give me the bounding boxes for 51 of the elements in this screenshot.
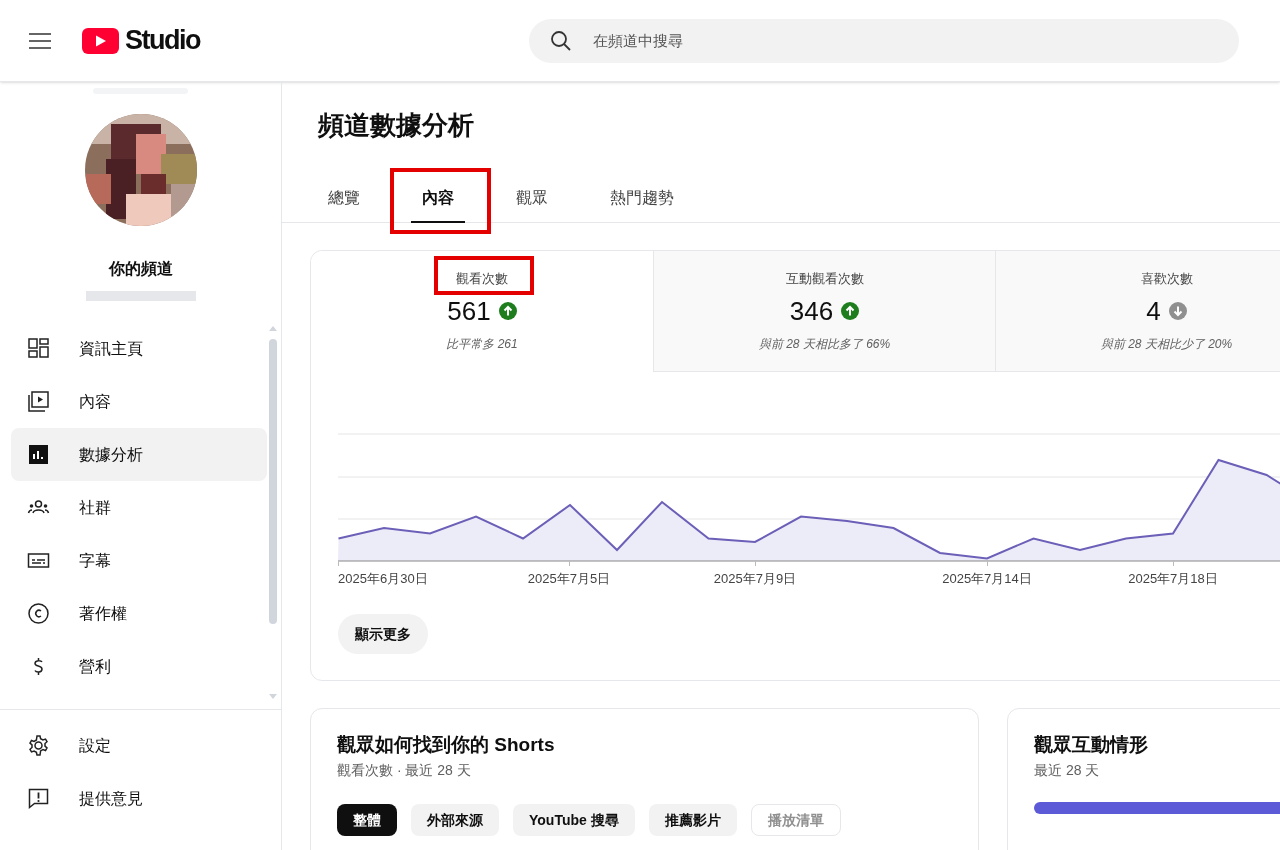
comparison-text: 比平常多 261 [446, 336, 518, 353]
tab[interactable]: 熱門趨勢 [599, 175, 685, 223]
tab[interactable]: 總覽 [317, 175, 371, 223]
sidebar-item[interactable]: 資訊主頁 [11, 322, 267, 375]
axis-label: 2025年6月30日 [338, 571, 428, 587]
card-title: 觀眾互動情形 [1034, 733, 1149, 757]
sidebar-item[interactable]: 社群 [11, 481, 267, 534]
play-logo-icon [82, 27, 119, 54]
axis-label: 2025年7月9日 [713, 571, 797, 587]
metric-value: 346 [789, 295, 834, 327]
sidebar-item[interactable]: 著作權 [11, 587, 267, 640]
comparison-text: 與前 28 天相比少了 20% [1100, 336, 1233, 353]
search-icon [550, 29, 572, 52]
axis-label: 2025年7月18日 [1128, 571, 1218, 587]
show-more-button[interactable]: 顯示更多 [338, 614, 428, 654]
axis-label: 2025年7月5日 [527, 571, 611, 587]
sidebar-item[interactable]: 提供意見 [11, 772, 267, 825]
card-subtitle: 最近 28 天 [1034, 761, 1101, 780]
feedback-icon [27, 787, 50, 810]
sidebar-item[interactable]: 數據分析 [11, 428, 267, 481]
logo-text: Studio [125, 27, 200, 54]
metric-label: 喜歡次數 [1140, 271, 1193, 287]
metric-tab[interactable]: 互動觀看次數 346 與前 28 天相比多了 66% [653, 251, 995, 372]
settings-icon [27, 734, 50, 757]
sidebar-item[interactable]: 內容 [11, 375, 267, 428]
card-subtitle: 觀看次數 · 最近 28 天 [337, 761, 472, 780]
filter-chip[interactable]: 推薦影片 [648, 804, 737, 836]
comparison-text: 與前 28 天相比多了 66% [758, 336, 891, 353]
page-title: 頻道數據分析 [318, 109, 475, 142]
channel-name: 你的頻道 [108, 259, 173, 279]
menu-icon [29, 32, 51, 49]
card-title: 觀眾如何找到你的 Shorts [337, 733, 556, 757]
sidebar-item[interactable]: 營利 [11, 640, 267, 693]
copyright-icon [27, 602, 50, 625]
bar-chart-icon [27, 443, 50, 466]
tab[interactable]: 觀眾 [505, 175, 559, 223]
metric-value: 4 [1146, 295, 1161, 327]
metric-value: 561 [447, 295, 491, 327]
filter-chip[interactable]: YouTube 搜尋 [513, 804, 635, 836]
metric-tab[interactable]: 喜歡次數 4 與前 28 天相比少了 20% [995, 251, 1280, 372]
axis-label: 2025年7月14日 [942, 571, 1032, 587]
video-icon [27, 390, 50, 413]
metric-label: 互動觀看次數 [785, 271, 864, 287]
filter-chip[interactable]: 整體 [337, 804, 397, 836]
sidebar-item[interactable]: 設定 [11, 719, 267, 772]
metric-label: 觀看次數 [456, 271, 508, 287]
search-field[interactable]: 在頻道中搜尋 [529, 18, 1239, 63]
filter-chip[interactable]: 外部來源 [411, 804, 499, 836]
sidebar-item[interactable]: 字幕 [11, 534, 267, 587]
tab[interactable]: 內容 [411, 175, 465, 223]
dashboard-icon [27, 337, 50, 360]
